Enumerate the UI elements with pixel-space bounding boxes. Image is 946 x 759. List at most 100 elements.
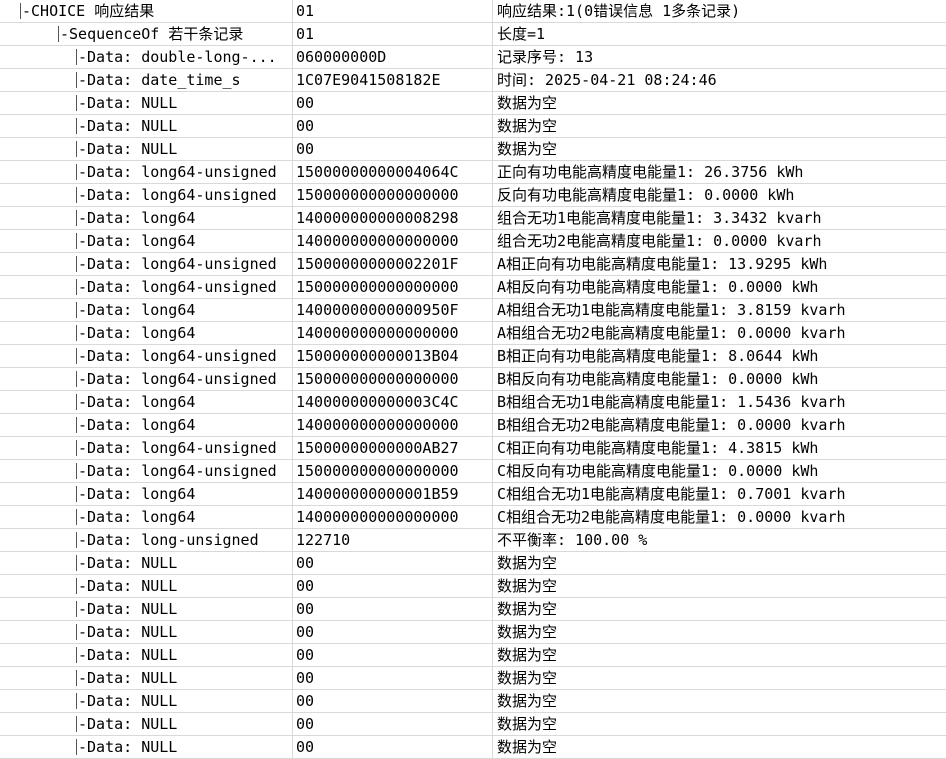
description-cell: 数据为空 [497, 94, 558, 112]
tree-connector-icon [76, 578, 77, 594]
raw-value-cell: 140000000000008298 [296, 209, 459, 227]
field-name-label: -Data: long64-unsigned [78, 462, 277, 480]
field-name-cell: -Data: long64-unsigned [0, 161, 292, 183]
raw-value-cell: 00 [296, 140, 315, 158]
tree-row[interactable]: -Data: long64-unsigned 15000000000000AB27… [0, 437, 946, 460]
tree-row[interactable]: -Data: long64 140000000000001B59 C相组合无功1电能… [0, 483, 946, 506]
field-name-label: -Data: NULL [78, 738, 178, 756]
raw-value-cell: 060000000D [296, 48, 387, 66]
description-cell: C相组合无功2电能高精度电能量1: 0.0000 kvarh [497, 508, 846, 526]
tree-row[interactable]: -CHOICE 响应结果 01 响应结果:1(0错误信息 1多条记录) [0, 0, 946, 23]
field-name-cell: -Data: NULL [0, 667, 292, 689]
description-cell: B相反向有功电能高精度电能量1: 0.0000 kWh [497, 370, 819, 388]
raw-value-cell: 00 [296, 738, 315, 756]
description-cell: 不平衡率: 100.00 % [497, 531, 648, 549]
tree-connector-icon [76, 233, 77, 249]
field-name-label: -Data: long64 [78, 324, 196, 342]
raw-value-cell: 00 [296, 94, 315, 112]
tree-row[interactable]: -Data: NULL 00 数据为空 [0, 598, 946, 621]
tree-row[interactable]: -Data: long64-unsigned 15000000000004064C… [0, 161, 946, 184]
tree-row[interactable]: -Data: NULL 00 数据为空 [0, 621, 946, 644]
tree-row[interactable]: -Data: NULL 00 数据为空 [0, 138, 946, 161]
tree-connector-icon [76, 670, 77, 686]
field-name-cell: -Data: long64-unsigned [0, 253, 292, 275]
raw-value-cell: 00 [296, 600, 315, 618]
tree-row[interactable]: -Data: long64 14000000000000950F A相组合无功1电能… [0, 299, 946, 322]
tree-row[interactable]: -Data: long-unsigned 122710 不平衡率: 100.00 % [0, 529, 946, 552]
tree-connector-icon [76, 693, 77, 709]
field-name-cell: -Data: double-long-... [0, 46, 292, 68]
tree-row[interactable]: -Data: long64-unsigned 150000000000000000… [0, 368, 946, 391]
field-name-cell: -Data: NULL [0, 713, 292, 735]
tree-row[interactable]: -Data: NULL 00 数据为空 [0, 552, 946, 575]
description-cell: 数据为空 [497, 692, 558, 710]
tree-connector-icon [76, 463, 77, 479]
field-name-label: -Data: NULL [78, 669, 178, 687]
field-name-cell: -Data: long64 [0, 483, 292, 505]
description-cell: A相组合无功2电能高精度电能量1: 0.0000 kvarh [497, 324, 846, 342]
description-cell: C相反向有功电能高精度电能量1: 0.0000 kWh [497, 462, 819, 480]
tree-row[interactable]: -Data: NULL 00 数据为空 [0, 575, 946, 598]
tree-connector-icon [76, 348, 77, 364]
tree-connector-icon [76, 118, 77, 134]
tree-row[interactable]: -Data: date_time_s 1C07E9041508182E 时间: 20… [0, 69, 946, 92]
tree-row[interactable]: -Data: long64-unsigned 150000000000000000… [0, 460, 946, 483]
tree-row[interactable]: -Data: double-long-... 060000000D 记录序号: 13 [0, 46, 946, 69]
tree-row[interactable]: -Data: NULL 00 数据为空 [0, 690, 946, 713]
tree-connector-icon [76, 624, 77, 640]
raw-value-cell: 00 [296, 646, 315, 664]
tree-connector-icon [76, 371, 77, 387]
field-name-cell: -Data: long64 [0, 207, 292, 229]
tree-row[interactable]: -Data: long64 140000000000000000 B相组合无功2电能… [0, 414, 946, 437]
tree-row[interactable]: -Data: NULL 00 数据为空 [0, 115, 946, 138]
tree-row[interactable]: -SequenceOf 若干条记录 01 长度=1 [0, 23, 946, 46]
raw-value-cell: 1C07E9041508182E [296, 71, 441, 89]
description-cell: A相正向有功电能高精度电能量1: 13.9295 kWh [497, 255, 828, 273]
field-name-cell: -Data: NULL [0, 138, 292, 160]
tree-row[interactable]: -Data: long64 140000000000000000 A相组合无功2电能… [0, 322, 946, 345]
tree-row[interactable]: -Data: long64-unsigned 150000000000013B04… [0, 345, 946, 368]
tree-row[interactable]: -Data: NULL 00 数据为空 [0, 644, 946, 667]
field-name-label: -Data: long64-unsigned [78, 347, 277, 365]
field-name-label: -Data: long-unsigned [78, 531, 259, 549]
description-cell: 组合无功1电能高精度电能量1: 3.3432 kvarh [497, 209, 822, 227]
field-name-label: -Data: date_time_s [78, 71, 241, 89]
tree-row[interactable]: -Data: long64 140000000000000000 组合无功2电能高精… [0, 230, 946, 253]
tree-connector-icon [76, 532, 77, 548]
raw-value-cell: 140000000000001B59 [296, 485, 459, 503]
tree-row[interactable]: -Data: NULL 00 数据为空 [0, 667, 946, 690]
field-name-label: -Data: long64 [78, 416, 196, 434]
tree-connector-icon [76, 187, 77, 203]
tree-row[interactable]: -Data: long64 140000000000003C4C B相组合无功1电能… [0, 391, 946, 414]
tree-connector-icon [76, 716, 77, 732]
tree-row[interactable]: -Data: NULL 00 数据为空 [0, 713, 946, 736]
description-cell: 响应结果:1(0错误信息 1多条记录) [497, 2, 741, 20]
field-name-label: -Data: NULL [78, 554, 178, 572]
tree-connector-icon [76, 601, 77, 617]
field-name-cell: -Data: long64 [0, 322, 292, 344]
tree-row[interactable]: -Data: long64 140000000000000000 C相组合无功2电能… [0, 506, 946, 529]
field-name-label: -Data: long64 [78, 301, 196, 319]
field-name-label: -Data: long64 [78, 485, 196, 503]
description-cell: 数据为空 [497, 646, 558, 664]
tree-row[interactable]: -Data: NULL 00 数据为空 [0, 736, 946, 759]
field-name-cell: -Data: long64 [0, 299, 292, 321]
tree-connector-icon [76, 325, 77, 341]
tree-row[interactable]: -Data: long64-unsigned 15000000000002201F… [0, 253, 946, 276]
tree-row[interactable]: -Data: long64-unsigned 150000000000000000… [0, 184, 946, 207]
raw-value-cell: 140000000000000000 [296, 232, 459, 250]
tree-connector-icon [76, 95, 77, 111]
raw-value-cell: 15000000000000AB27 [296, 439, 459, 457]
tree-row[interactable]: -Data: long64 140000000000008298 组合无功1电能高精… [0, 207, 946, 230]
field-name-cell: -Data: NULL [0, 598, 292, 620]
field-name-cell: -Data: long64 [0, 506, 292, 528]
field-name-label: -Data: NULL [78, 623, 178, 641]
field-name-cell: -Data: long64 [0, 391, 292, 413]
description-cell: 长度=1 [497, 25, 546, 43]
tree-row[interactable]: -Data: long64-unsigned 150000000000000000… [0, 276, 946, 299]
field-name-cell: -Data: NULL [0, 644, 292, 666]
tree-connector-icon [76, 555, 77, 571]
field-name-label: -Data: double-long-... [78, 48, 277, 66]
tree-row[interactable]: -Data: NULL 00 数据为空 [0, 92, 946, 115]
description-cell: 记录序号: 13 [497, 48, 594, 66]
